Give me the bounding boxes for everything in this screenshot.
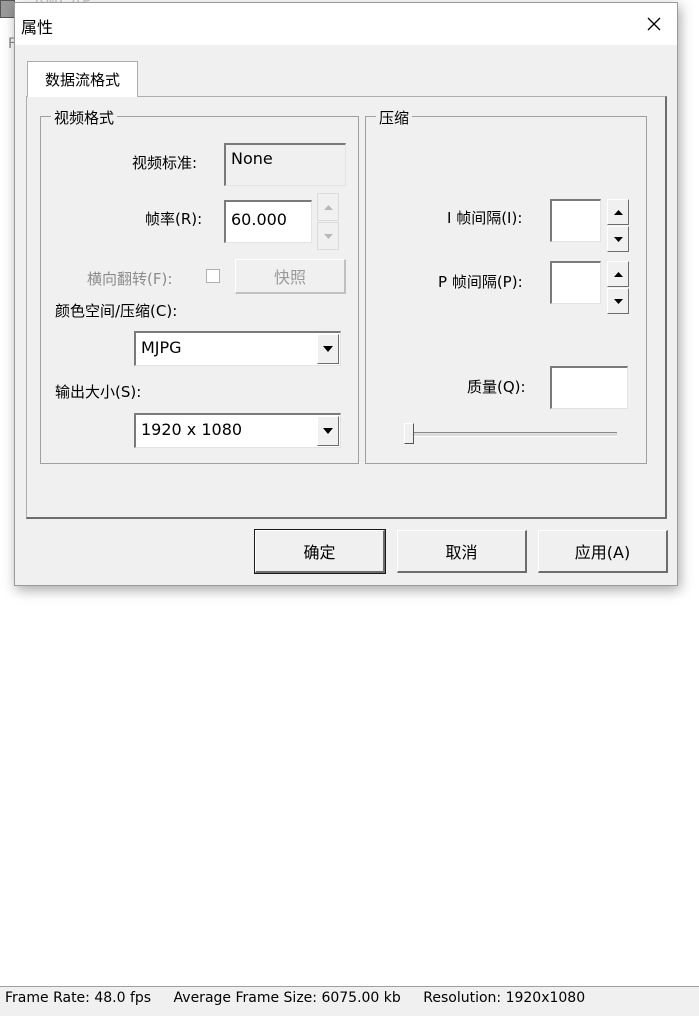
arrow-up-icon (613, 209, 623, 215)
quality-input[interactable] (550, 366, 628, 409)
p-frame-down-button[interactable] (607, 288, 629, 314)
status-bar: Frame Rate: 48.0 fps Average Frame Size:… (0, 986, 699, 1016)
arrow-down-icon (613, 236, 623, 242)
video-standard-label: 视频标准: (132, 154, 198, 172)
video-format-group-title: 视频格式 (51, 107, 118, 128)
color-space-dropdown-button[interactable] (317, 334, 339, 364)
output-size-select[interactable]: 1920 x 1080 (134, 413, 341, 448)
dialog-titlebar[interactable]: 属性 (15, 3, 677, 45)
i-frame-up-button[interactable] (607, 199, 629, 225)
i-frame-down-button[interactable] (607, 226, 629, 252)
horizontal-flip-label: 横向翻转(F): (87, 270, 173, 288)
close-icon (647, 17, 661, 31)
output-size-value: 1920 x 1080 (141, 420, 243, 439)
p-frame-up-button[interactable] (607, 261, 629, 287)
ok-button[interactable]: 确定 (254, 529, 386, 574)
arrow-up-icon (323, 204, 333, 210)
dialog-title: 属性 (21, 18, 54, 37)
arrow-down-icon (323, 233, 333, 239)
compression-group-title: 压缩 (376, 107, 413, 128)
status-resolution: Resolution: 1920x1080 (423, 990, 586, 1006)
horizontal-flip-checkbox[interactable] (206, 269, 220, 283)
app-icon (0, 0, 15, 18)
i-frame-interval-label: I 帧间隔(I): (447, 209, 523, 227)
p-frame-interval-input[interactable] (550, 261, 601, 304)
quality-slider-track[interactable] (405, 432, 617, 437)
apply-button[interactable]: 应用(A) (538, 530, 668, 573)
status-average-frame-size: Average Frame Size: 6075.00 kb (173, 990, 401, 1006)
quality-label: 质量(Q): (467, 378, 526, 396)
frame-rate-down-button[interactable] (317, 222, 339, 250)
i-frame-interval-input[interactable] (550, 199, 601, 242)
frame-rate-label: 帧率(R): (145, 210, 203, 228)
close-button[interactable] (631, 3, 677, 45)
arrow-up-icon (613, 271, 623, 277)
color-space-label: 颜色空间/压缩(C): (55, 302, 178, 320)
output-size-label: 输出大小(S): (55, 383, 142, 401)
output-size-dropdown-button[interactable] (317, 416, 339, 446)
cancel-button[interactable]: 取消 (397, 530, 527, 573)
color-space-value: MJPG (141, 338, 182, 357)
color-space-select[interactable]: MJPG (134, 331, 341, 366)
dropdown-arrow-icon (323, 428, 333, 434)
quality-slider-thumb[interactable] (404, 423, 414, 444)
tab-stream-format[interactable]: 数据流格式 (27, 61, 138, 97)
video-standard-field: None (224, 143, 346, 186)
arrow-down-icon (613, 298, 623, 304)
dropdown-arrow-icon (323, 346, 333, 352)
status-frame-rate: Frame Rate: 48.0 fps (5, 990, 152, 1006)
properties-dialog: 属性 数据流格式 视频格式 视频标准: None 帧率(R): 60.000 横… (14, 2, 678, 586)
snapshot-button[interactable]: 快照 (235, 259, 346, 294)
frame-rate-up-button[interactable] (317, 193, 339, 221)
frame-rate-input[interactable]: 60.000 (224, 200, 312, 243)
p-frame-interval-label: P 帧间隔(P): (438, 273, 523, 291)
